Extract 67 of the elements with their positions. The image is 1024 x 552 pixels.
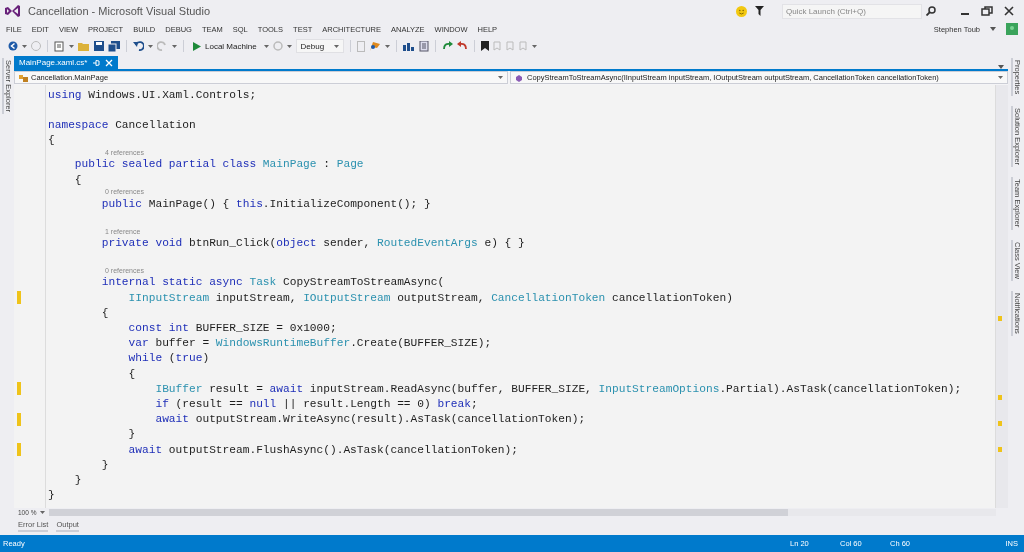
smiley-icon[interactable] (736, 5, 747, 17)
back-icon[interactable] (8, 41, 18, 51)
arrow-icon[interactable] (457, 41, 469, 51)
horizontal-scrollbar[interactable] (49, 509, 996, 516)
caret-icon[interactable] (263, 44, 269, 48)
close-icon[interactable] (1002, 6, 1016, 16)
code-line: while (true) (127, 352, 210, 365)
document-tab[interactable]: MainPage.xaml.cs* (14, 56, 119, 69)
caret-icon (998, 76, 1003, 79)
caret-icon[interactable] (532, 44, 538, 48)
change-marker (998, 315, 1002, 321)
undo-icon[interactable] (133, 41, 144, 51)
change-marker (998, 394, 1002, 400)
change-marker (998, 447, 1002, 452)
vertical-scrollbar[interactable] (995, 85, 1008, 508)
save-all-icon[interactable] (108, 40, 120, 52)
caret-icon (40, 511, 46, 514)
code-line: IBuffer result = await inputStream.ReadAsync(buffer, BUFFER_SIZE, InputStreamOptions.Partial).AsTask(cancellationToken); (154, 382, 962, 395)
save-icon[interactable] (94, 41, 104, 51)
code-line: using Windows.UI.Xaml.Controls; (48, 88, 257, 101)
document-icon[interactable] (418, 40, 430, 52)
search-icon (926, 6, 936, 16)
caret-icon (498, 76, 503, 79)
caret-icon[interactable] (385, 44, 391, 48)
code-line: } (127, 428, 136, 441)
code-line: { (48, 134, 55, 147)
code-line: private void btnRun_Click(object sender, RoutedEventArgs e) { } (100, 237, 525, 250)
caret-icon[interactable] (998, 65, 1004, 69)
code-line: namespace Cancellation (48, 118, 196, 131)
logo-icon (4, 4, 20, 18)
code-line: if (result == null || result.Length == 0) break; (154, 397, 478, 410)
caret-icon[interactable] (148, 44, 153, 48)
restore-icon[interactable] (980, 6, 994, 16)
code-line: } (100, 458, 109, 471)
code-line: await outputStream.FlushAsync().AsTask(cancellationToken); (127, 443, 518, 456)
play-icon (193, 41, 201, 51)
arrow-icon[interactable] (442, 41, 454, 51)
caret-icon[interactable] (286, 44, 292, 48)
caret-icon[interactable] (990, 27, 996, 31)
new-project-icon[interactable] (54, 40, 65, 52)
code-line: var buffer = WindowsRuntimeBuffer.Create(BUFFER_SIZE); (127, 337, 492, 350)
chart-icon[interactable] (403, 41, 415, 51)
code-line: public MainPage() { this.InitializeComponent(); } (100, 197, 431, 210)
caret-icon[interactable] (69, 44, 74, 48)
code-line: { (100, 306, 109, 319)
caret-icon[interactable] (172, 44, 177, 48)
configuration-dropdown[interactable]: Debug (295, 39, 345, 53)
class-icon (19, 73, 28, 82)
run-button[interactable]: Local Machine (190, 40, 260, 52)
pin-icon[interactable] (92, 58, 101, 67)
filter-icon[interactable] (755, 6, 764, 16)
code-line: { (73, 173, 82, 186)
code-line: IInputStream inputStream, IOutputStream outputStream, CancellationToken cancellationToken) (127, 291, 733, 304)
quick-launch-field[interactable]: Quick Launch (Ctrl+Q) (782, 3, 922, 19)
caret-icon (334, 44, 340, 48)
code-line: } (73, 473, 82, 486)
code-line: } (48, 489, 55, 502)
code-line: await outputStream.WriteAsync(result).AsTask(cancellationToken); (154, 413, 586, 426)
change-marker (998, 420, 1002, 426)
code-line: internal static async Task CopyStreamToStreamAsync( (100, 276, 445, 289)
flag-icon[interactable] (369, 40, 382, 52)
caret-icon[interactable] (22, 44, 27, 48)
code-line: const int BUFFER_SIZE = 0x1000; (127, 322, 337, 335)
code-line: { (127, 367, 136, 380)
method-icon (515, 73, 524, 82)
code-line: public sealed partial class MainPage : Page (73, 158, 364, 171)
window-title: Cancellation - Microsoft Visual Studio (28, 5, 210, 17)
